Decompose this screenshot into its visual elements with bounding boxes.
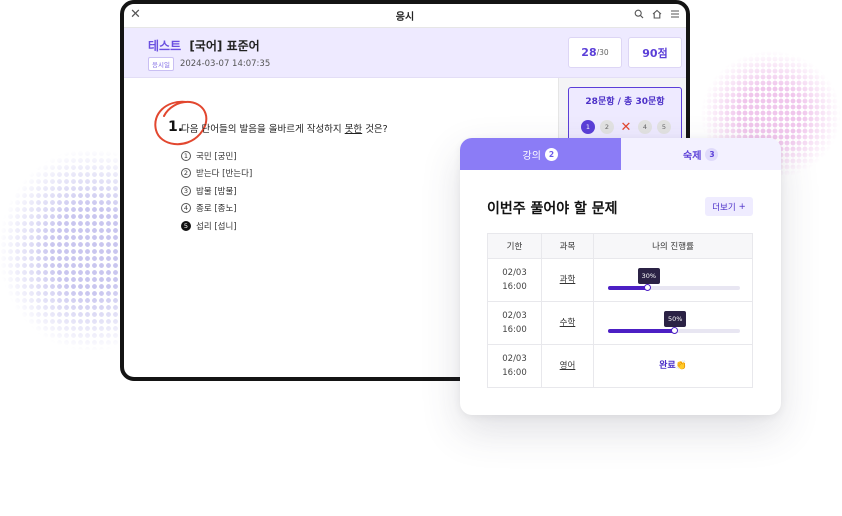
question-text-start: 다음 단어들의 발음을 올바르게 작성하지 bbox=[181, 124, 345, 135]
close-icon[interactable]: ✕ bbox=[130, 7, 141, 22]
window-title: 응시 bbox=[395, 12, 415, 23]
score-points-box: 90점 bbox=[628, 37, 682, 68]
exam-meta: 응시일 2024-03-07 14:07:35 bbox=[148, 57, 270, 71]
question-dot[interactable]: 2 bbox=[600, 120, 614, 134]
answer-option-4[interactable]: 4 종로 [종노] bbox=[181, 200, 252, 218]
option-number: 1 bbox=[181, 150, 191, 161]
exam-subject: [국어] 표준어 bbox=[189, 39, 260, 53]
subject-link[interactable]: 영어 bbox=[560, 361, 576, 371]
option-text: 섭리 [섭니] bbox=[196, 221, 237, 232]
table-row: 02/03 16:00 영어 완료👏 bbox=[487, 344, 753, 388]
option-text: 국민 [궁민] bbox=[196, 151, 237, 162]
question-text-end: 것은? bbox=[362, 124, 388, 135]
progress-title: 28문항 / 총 30문항 bbox=[585, 97, 665, 107]
decorative-dots-left bbox=[0, 150, 130, 350]
due-date-time: 16:00 bbox=[502, 368, 527, 378]
option-number: 3 bbox=[181, 185, 191, 196]
more-button[interactable]: 더보기 + bbox=[705, 197, 753, 216]
date-badge: 응시일 bbox=[148, 57, 174, 71]
question-text-underlined: 못한 bbox=[344, 124, 363, 135]
question-dot[interactable]: 1 bbox=[581, 120, 595, 134]
subject-cell: 과학 bbox=[541, 258, 594, 302]
tablet-topbar: ✕ 응시 bbox=[124, 4, 686, 28]
subject-link[interactable]: 과학 bbox=[560, 275, 576, 285]
home-icon[interactable] bbox=[652, 9, 662, 22]
subject-link[interactable]: 수학 bbox=[560, 318, 576, 328]
exam-date: 2024-03-07 14:07:35 bbox=[179, 59, 271, 69]
question-dot[interactable]: 4 bbox=[638, 120, 652, 134]
question-dots: 1 2 ✕ 4 5 bbox=[581, 120, 671, 135]
score-count: 28 bbox=[581, 46, 597, 59]
due-date-time: 16:00 bbox=[502, 282, 527, 292]
answer-option-5[interactable]: 5 섭리 [섭니] bbox=[181, 217, 252, 235]
progress-cell: 50% bbox=[593, 301, 753, 345]
score-points: 90점 bbox=[642, 46, 668, 60]
exam-header: 테스트 [국어] 표준어 응시일 2024-03-07 14:07:35 28/… bbox=[124, 28, 686, 78]
progress-knob bbox=[644, 284, 652, 291]
exam-tag: 테스트 bbox=[148, 39, 182, 53]
answer-options: 1 국민 [궁민] 2 받는다 [반는다] 3 밥물 [밤물] 4 종로 [종노… bbox=[181, 147, 252, 235]
option-number: 2 bbox=[181, 168, 191, 179]
option-text: 받는다 [반는다] bbox=[196, 169, 253, 180]
due-date-time: 16:00 bbox=[502, 325, 527, 335]
due-date-day: 02/03 bbox=[502, 311, 527, 321]
card-tabs: 강의 2 숙제 3 bbox=[460, 138, 781, 170]
card-title: 이번주 풀어야 할 문제 bbox=[487, 201, 618, 217]
question-dot[interactable]: 5 bbox=[657, 120, 671, 134]
progress-fill bbox=[608, 329, 674, 333]
progress-cell: 완료👏 bbox=[593, 344, 753, 388]
option-text: 밥물 [밤물] bbox=[196, 186, 237, 197]
progress-fill bbox=[608, 286, 648, 290]
plus-icon: + bbox=[738, 201, 746, 212]
tab-homework[interactable]: 숙제 3 bbox=[620, 138, 781, 170]
tab-label: 숙제 bbox=[683, 150, 702, 162]
progress-tooltip: 50% bbox=[664, 311, 687, 327]
table-row: 02/03 16:00 수학 50% bbox=[487, 301, 753, 345]
due-date-day: 02/03 bbox=[502, 354, 527, 364]
option-number: 4 bbox=[181, 203, 191, 214]
progress-bar: 30% bbox=[608, 268, 740, 291]
assignment-table: 기한 과목 나의 진행률 02/03 16:00 과학 30% 02/03 16:0… bbox=[487, 233, 753, 388]
column-header: 과목 bbox=[541, 233, 594, 259]
exam-title: 테스트 [국어] 표준어 bbox=[148, 37, 260, 54]
due-date-day: 02/03 bbox=[502, 268, 527, 278]
search-icon[interactable] bbox=[634, 9, 644, 22]
column-header: 기한 bbox=[487, 233, 542, 259]
question-count-box: 28/30 bbox=[568, 37, 622, 68]
table-header-row: 기한 과목 나의 진행률 bbox=[487, 233, 753, 259]
tab-count-badge: 2 bbox=[544, 147, 558, 161]
question-text: 다음 단어들의 발음을 올바르게 작성하지 못한 것은? bbox=[181, 121, 388, 135]
progress-cell: 30% bbox=[593, 258, 753, 302]
subject-cell: 수학 bbox=[541, 301, 594, 345]
wrong-mark-icon[interactable]: ✕ bbox=[619, 120, 633, 135]
due-date: 02/03 16:00 bbox=[487, 301, 542, 345]
answer-option-1[interactable]: 1 국민 [궁민] bbox=[181, 147, 252, 165]
tab-label: 강의 bbox=[522, 150, 541, 162]
progress-knob bbox=[670, 327, 678, 334]
option-text: 종로 [종노] bbox=[196, 204, 237, 215]
topbar-icons bbox=[634, 9, 680, 22]
due-date: 02/03 16:00 bbox=[487, 344, 542, 388]
done-label: 완료👏 bbox=[659, 361, 687, 371]
menu-icon[interactable] bbox=[670, 9, 680, 22]
table-row: 02/03 16:00 과학 30% bbox=[487, 258, 753, 302]
due-date: 02/03 16:00 bbox=[487, 258, 542, 302]
tab-count-badge: 3 bbox=[705, 147, 719, 161]
column-header: 나의 진행률 bbox=[593, 233, 753, 259]
option-number-selected: 5 bbox=[181, 220, 191, 231]
progress-tooltip: 30% bbox=[637, 268, 661, 284]
answer-option-2[interactable]: 2 받는다 [반는다] bbox=[181, 165, 252, 183]
tab-lectures[interactable]: 강의 2 bbox=[460, 138, 621, 170]
score-count-total: /30 bbox=[596, 48, 609, 57]
more-label: 더보기 bbox=[712, 202, 736, 213]
assignment-card: 강의 2 숙제 3 이번주 풀어야 할 문제 더보기 + 기한 과목 나의 진행… bbox=[460, 138, 781, 415]
progress-bar: 50% bbox=[608, 311, 740, 334]
subject-cell: 영어 bbox=[541, 344, 594, 388]
answer-option-3[interactable]: 3 밥물 [밤물] bbox=[181, 182, 252, 200]
